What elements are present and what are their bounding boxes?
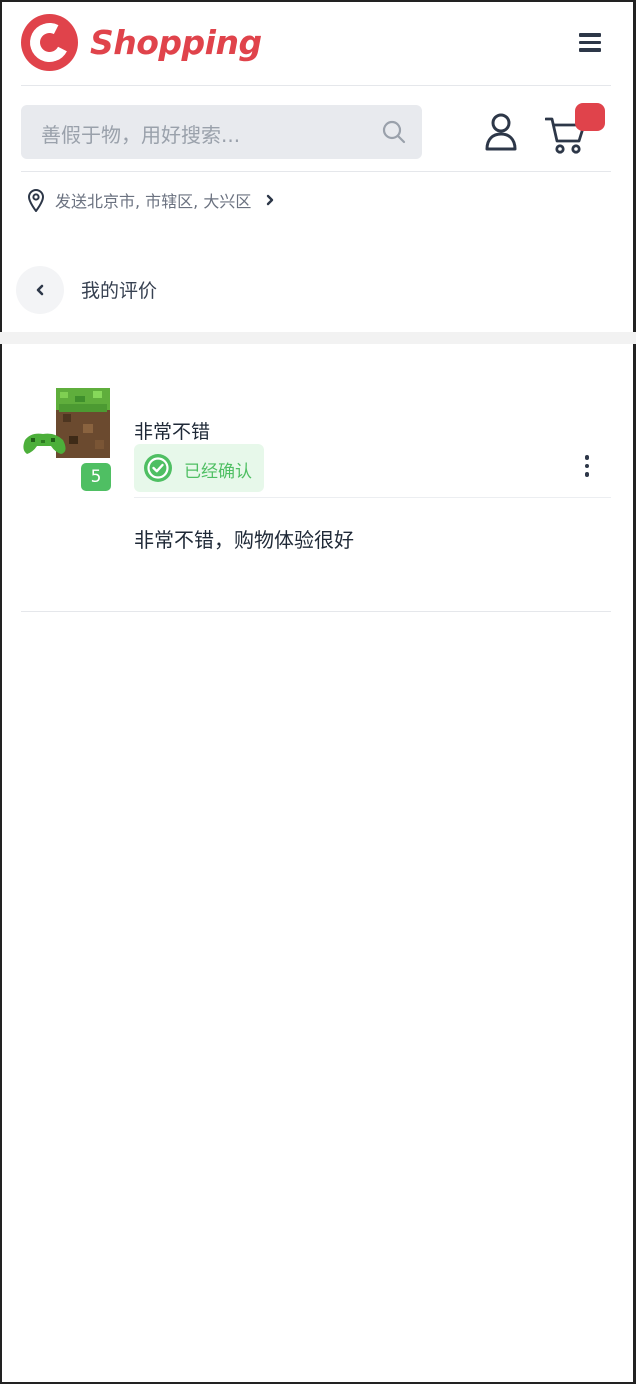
review-inner-divider: [134, 497, 611, 498]
delivery-location[interactable]: 发送北京市, 市辖区, 大兴区: [27, 187, 275, 213]
location-text: 发送北京市, 市辖区, 大兴区: [55, 192, 252, 211]
status-label: 已经确认: [184, 462, 252, 482]
check-circle-icon: [144, 454, 172, 482]
brand-name: Shopping: [90, 23, 262, 62]
status-badge: 已经确认: [134, 444, 264, 492]
hamburger-menu-icon[interactable]: [579, 33, 601, 52]
review-title: 非常不错: [134, 421, 211, 443]
cart-count-badge: [575, 103, 605, 131]
page-title: 我的评价: [81, 280, 158, 302]
top-header: Shopping: [21, 14, 611, 74]
review-bottom-divider: [21, 611, 611, 612]
header-divider: [21, 85, 611, 86]
search-divider: [21, 171, 611, 172]
review-body: 非常不错，购物体验很好: [134, 528, 354, 552]
product-thumbnail[interactable]: [23, 384, 113, 474]
user-icon[interactable]: [485, 113, 517, 151]
back-button[interactable]: [16, 266, 64, 314]
chevron-right-icon: [267, 194, 274, 206]
map-pin-icon: [27, 189, 45, 212]
chevron-left-icon: [36, 284, 44, 296]
more-vertical-icon[interactable]: [578, 455, 596, 483]
section-divider: [0, 332, 636, 344]
brand-logo[interactable]: Shopping: [21, 14, 262, 71]
search-placeholder: 善假于物，用好搜索...: [41, 123, 241, 147]
search-bar[interactable]: 善假于物，用好搜索...: [21, 105, 422, 159]
rating-badge: 5: [81, 463, 111, 491]
search-icon[interactable]: [382, 120, 406, 144]
logo-c-icon: [21, 14, 78, 71]
